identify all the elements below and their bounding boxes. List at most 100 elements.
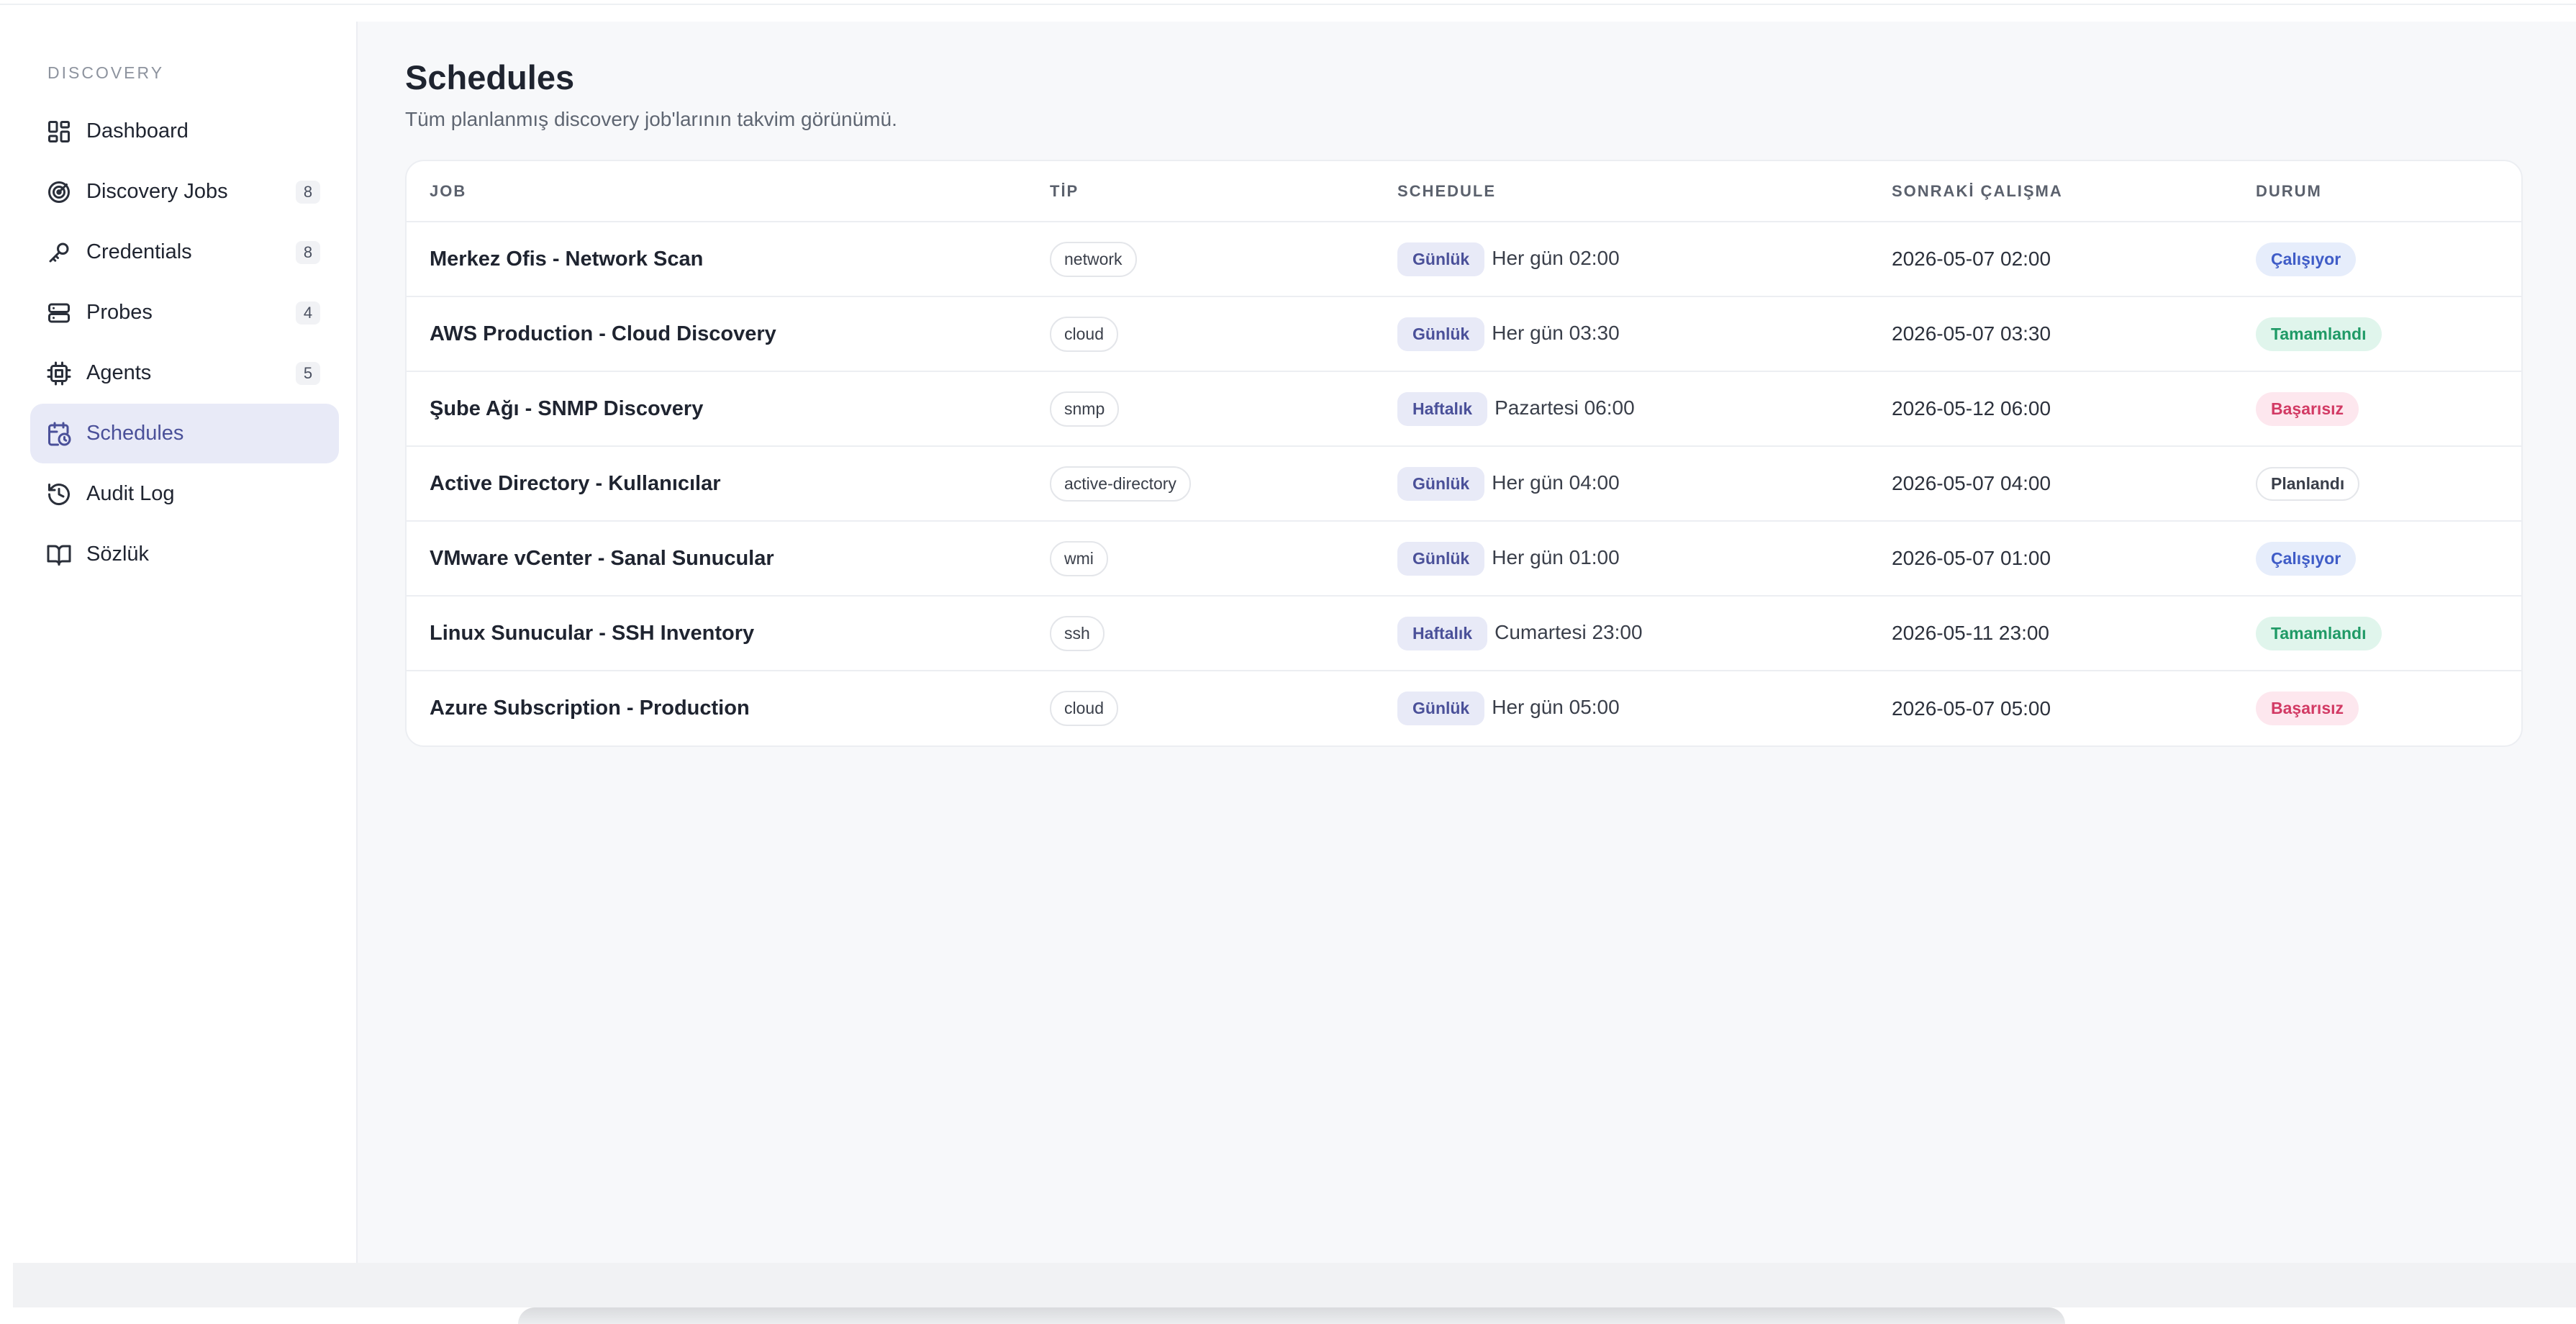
sidebar-item-label: Agents <box>86 361 152 384</box>
type-badge: cloud <box>1050 316 1118 352</box>
next-run-time: 2026-05-07 05:00 <box>1892 697 2051 720</box>
type-badge: active-directory <box>1050 466 1191 502</box>
sidebar-item-label: Credentials <box>86 240 192 263</box>
schedule-cell: Günlük Her gün 04:00 <box>1374 446 1869 522</box>
type-cell: ssh <box>1027 596 1374 672</box>
job-name[interactable]: Linux Sunucular - SSH Inventory <box>430 622 754 645</box>
table-row[interactable]: Şube Ağı - SNMP Discovery snmp Haftalık Paz… <box>407 371 2521 448</box>
schedule-text: Her gün 01:00 <box>1492 545 1620 568</box>
status-cell: Başarısız <box>2233 371 2521 448</box>
sidebar-item-count: 5 <box>296 361 320 385</box>
schedules-table: JOB TİP SCHEDULE SONRAKİ ÇALIŞMA DURUM M… <box>407 161 2521 745</box>
status-cell: Çalışıyor <box>2233 521 2521 597</box>
status-badge: Tamamlandı <box>2256 317 2382 351</box>
sidebar-item-agents[interactable]: Agents 5 <box>30 343 339 403</box>
column-header-next-run[interactable]: SONRAKİ ÇALIŞMA <box>1869 161 2233 223</box>
next-run-cell: 2026-05-11 23:00 <box>1869 596 2233 672</box>
next-run-cell: 2026-05-07 04:00 <box>1869 446 2233 522</box>
sidebar-nav: Dashboard Discovery Jobs 8 Credentials 8 <box>0 101 356 584</box>
next-run-cell: 2026-05-07 01:00 <box>1869 521 2233 597</box>
status-cell: Başarısız <box>2233 671 2521 745</box>
job-cell: Azure Subscription - Production <box>407 671 1027 745</box>
sidebar-item-credentials[interactable]: Credentials 8 <box>30 222 339 282</box>
sidebar-item-count: 8 <box>296 180 320 204</box>
frequency-badge: Günlük <box>1397 242 1485 276</box>
job-name[interactable]: VMware vCenter - Sanal Sunucular <box>430 547 774 570</box>
page-subtitle: Tüm planlanmış discovery job'larının tak… <box>405 108 897 131</box>
job-cell: Linux Sunucular - SSH Inventory <box>407 596 1027 672</box>
column-header-status[interactable]: DURUM <box>2233 161 2521 223</box>
type-badge: network <box>1050 241 1137 277</box>
sidebar-item-sozluk[interactable]: Sözlük <box>30 525 339 584</box>
next-run-cell: 2026-05-12 06:00 <box>1869 371 2233 448</box>
frequency-badge: Günlük <box>1397 692 1485 726</box>
type-badge: ssh <box>1050 615 1105 651</box>
sidebar-section-title: DISCOVERY <box>47 63 165 82</box>
sidebar-item-schedules[interactable]: Schedules <box>30 404 339 463</box>
job-name[interactable]: Merkez Ofis - Network Scan <box>430 248 703 271</box>
sidebar-item-label: Probes <box>86 301 153 324</box>
status-badge: Çalışıyor <box>2256 541 2357 576</box>
job-name[interactable]: AWS Production - Cloud Discovery <box>430 322 776 345</box>
job-cell: Merkez Ofis - Network Scan <box>407 222 1027 298</box>
next-run-time: 2026-05-12 06:00 <box>1892 397 2051 420</box>
sidebar-item-count: 8 <box>296 240 320 264</box>
type-cell: network <box>1027 222 1374 298</box>
sidebar-item-label: Audit Log <box>86 482 175 505</box>
app-shell: DISCOVERY Dashboard Discovery Jobs 8 Cre… <box>0 22 2576 1263</box>
job-name[interactable]: Şube Ağı - SNMP Discovery <box>430 397 703 420</box>
bottom-bar <box>13 1263 2576 1307</box>
sidebar-item-label: Sözlük <box>86 543 150 566</box>
book-icon <box>46 542 72 568</box>
status-badge: Başarısız <box>2256 391 2359 426</box>
key-icon <box>46 240 72 266</box>
schedule-text: Her gün 03:30 <box>1492 321 1620 344</box>
column-header-schedule[interactable]: SCHEDULE <box>1374 161 1869 223</box>
sidebar-item-label: Schedules <box>86 422 184 445</box>
history-icon <box>46 481 72 507</box>
job-name[interactable]: Active Directory - Kullanıcılar <box>430 472 721 495</box>
schedule-cell: Haftalık Pazartesi 06:00 <box>1374 371 1869 448</box>
column-header-type[interactable]: TİP <box>1027 161 1374 223</box>
type-badge: cloud <box>1050 691 1118 727</box>
next-run-time: 2026-05-07 03:30 <box>1892 322 2051 345</box>
schedule-cell: Haftalık Cumartesi 23:00 <box>1374 596 1869 672</box>
status-badge: Planlandı <box>2256 466 2360 501</box>
status-badge: Tamamlandı <box>2256 616 2382 650</box>
calendar-clock-icon <box>46 421 72 447</box>
next-run-time: 2026-05-07 02:00 <box>1892 248 2051 271</box>
sidebar-item-probes[interactable]: Probes 4 <box>30 283 339 343</box>
status-cell: Tamamlandı <box>2233 596 2521 672</box>
table-header-row: JOB TİP SCHEDULE SONRAKİ ÇALIŞMA DURUM <box>407 161 2521 223</box>
frequency-badge: Günlük <box>1397 541 1485 576</box>
type-badge: wmi <box>1050 540 1108 576</box>
cpu-icon <box>46 361 72 386</box>
status-cell: Tamamlandı <box>2233 296 2521 373</box>
status-cell: Planlandı <box>2233 446 2521 522</box>
sidebar-item-label: Discovery Jobs <box>86 180 228 203</box>
sidebar-item-dashboard[interactable]: Dashboard <box>30 101 339 161</box>
status-badge: Çalışıyor <box>2256 242 2357 276</box>
sidebar-item-discovery-jobs[interactable]: Discovery Jobs 8 <box>30 162 339 222</box>
table-row[interactable]: VMware vCenter - Sanal Sunucular wmi Günlü… <box>407 521 2521 597</box>
sidebar-item-label: Dashboard <box>86 119 189 142</box>
status-badge: Başarısız <box>2256 692 2359 726</box>
table-row[interactable]: AWS Production - Cloud Discovery cloud Gün… <box>407 296 2521 373</box>
job-name[interactable]: Azure Subscription - Production <box>430 697 750 720</box>
column-header-job[interactable]: JOB <box>407 161 1027 223</box>
server-icon <box>46 300 72 326</box>
next-run-time: 2026-05-07 04:00 <box>1892 472 2051 495</box>
table-row[interactable]: Merkez Ofis - Network Scan network Günlük H… <box>407 222 2521 298</box>
type-cell: wmi <box>1027 521 1374 597</box>
bottom-shadow <box>518 1307 2065 1324</box>
schedule-text: Cumartesi 23:00 <box>1495 620 1643 643</box>
sidebar-item-audit-log[interactable]: Audit Log <box>30 464 339 524</box>
table-row[interactable]: Linux Sunucular - SSH Inventory ssh Haftal… <box>407 596 2521 672</box>
frequency-badge: Günlük <box>1397 317 1485 351</box>
schedule-cell: Günlük Her gün 02:00 <box>1374 222 1869 298</box>
table-row[interactable]: Active Directory - Kullanıcılar active-di… <box>407 446 2521 522</box>
radar-icon <box>46 179 72 205</box>
frequency-badge: Günlük <box>1397 466 1485 501</box>
schedules-table-card: JOB TİP SCHEDULE SONRAKİ ÇALIŞMA DURUM M… <box>405 160 2523 748</box>
table-row[interactable]: Azure Subscription - Production cloud Günl… <box>407 671 2521 745</box>
